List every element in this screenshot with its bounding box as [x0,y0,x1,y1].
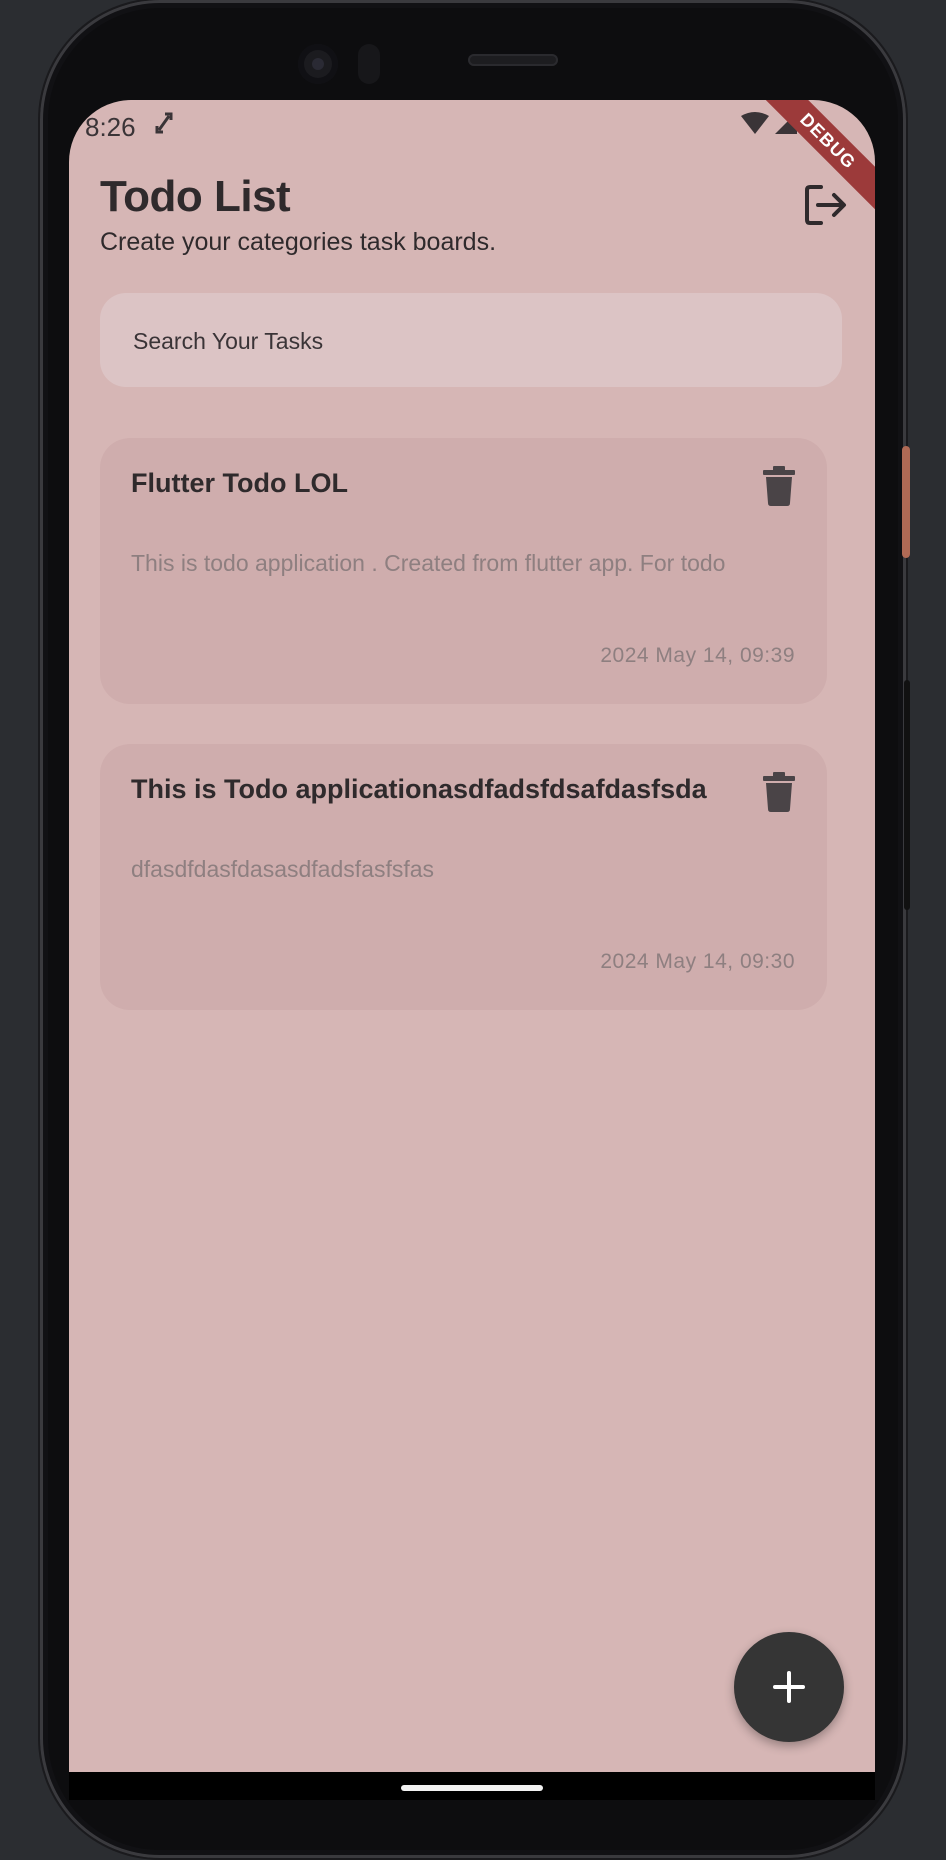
page-subtitle: Create your categories task boards. [100,228,497,256]
trash-icon [763,466,795,506]
page-title: Todo List [100,172,291,221]
search-input[interactable] [131,293,815,389]
home-indicator[interactable] [401,1785,543,1791]
sensor [358,44,380,84]
task-title: This is Todo applicationasdfadsfdsafdasf… [131,774,707,804]
search-box [100,293,842,389]
sync-icon [155,110,175,145]
power-button [902,446,910,558]
task-title: Flutter Todo LOL [131,468,348,498]
task-card[interactable]: Flutter Todo LOL This is todo applicatio… [100,438,827,704]
add-task-button[interactable] [734,1632,844,1742]
app-screen: 8:26 DEBUG Todo List Create your categor… [69,100,875,1772]
wifi-icon [741,112,769,134]
trash-icon [763,772,795,812]
task-description: dfasdfdasfdasasdfadsfasfsfas [131,856,435,882]
task-date: 2024 May 14, 09:30 [600,950,795,973]
task-description: This is todo application . Created from … [131,550,726,576]
task-date: 2024 May 14, 09:39 [600,644,795,667]
delete-task-button[interactable] [763,772,795,812]
task-card[interactable]: This is Todo applicationasdfadsfdsafdasf… [100,744,827,1010]
logout-icon [805,185,846,225]
volume-button [904,680,910,910]
plus-icon [773,1671,805,1703]
front-camera [298,44,338,84]
delete-task-button[interactable] [763,466,795,506]
logout-button[interactable] [803,182,849,228]
earpiece-speaker [468,54,558,66]
status-time: 8:26 [85,112,136,142]
